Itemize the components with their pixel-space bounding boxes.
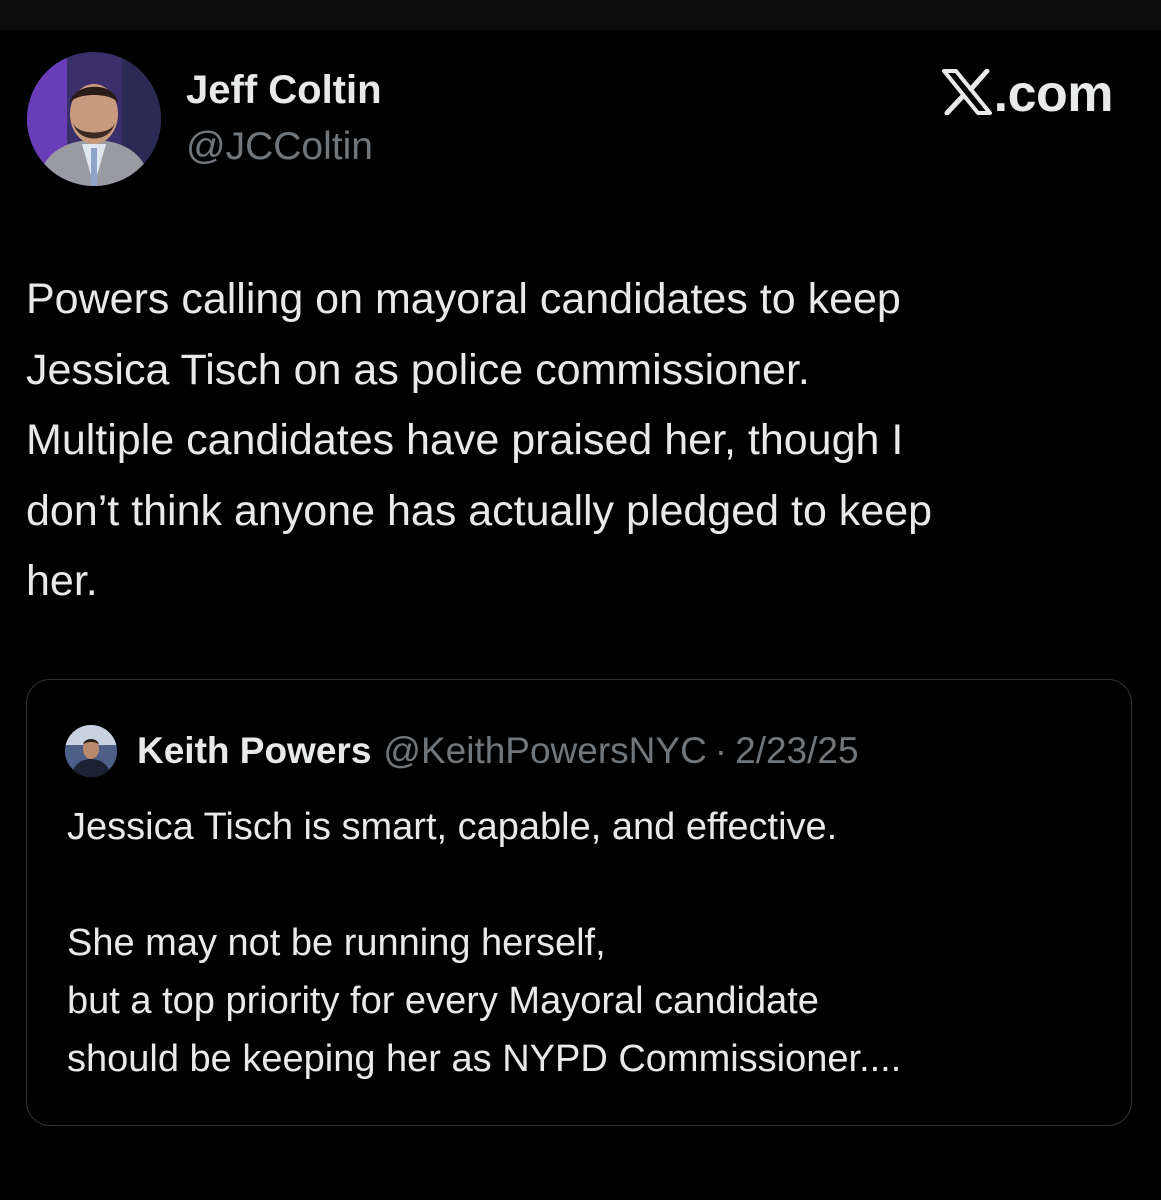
quoted-tweet-card[interactable]: Keith Powers @KeithPowersNYC · 2/23/25 J… [26, 679, 1132, 1126]
quoted-tweet-date[interactable]: 2/23/25 [735, 730, 858, 772]
profile-photo-icon [65, 725, 117, 777]
tweet-text: Powers calling on mayoral candidates to … [26, 275, 933, 605]
author-name[interactable]: Jeff Coltin [186, 66, 382, 114]
quoted-author-name[interactable]: Keith Powers [137, 730, 371, 772]
author-handle[interactable]: @JCColtin [186, 123, 373, 171]
quoted-author-handle[interactable]: @KeithPowersNYC [383, 730, 706, 772]
brand-text: .com [993, 65, 1114, 123]
author-avatar[interactable] [27, 52, 161, 186]
meta-separator: · [714, 730, 728, 771]
quoted-tweet-text: Jessica Tisch is smart, capable, and eff… [67, 806, 902, 1080]
x-com-brand: .com [941, 64, 1114, 124]
x-logo-icon [941, 68, 992, 120]
top-status-strip [0, 0, 1161, 30]
profile-photo-icon [27, 52, 161, 186]
quoted-author-avatar[interactable] [65, 725, 117, 777]
quoted-tweet-header: Keith Powers @KeithPowersNYC · 2/23/25 [65, 725, 859, 777]
